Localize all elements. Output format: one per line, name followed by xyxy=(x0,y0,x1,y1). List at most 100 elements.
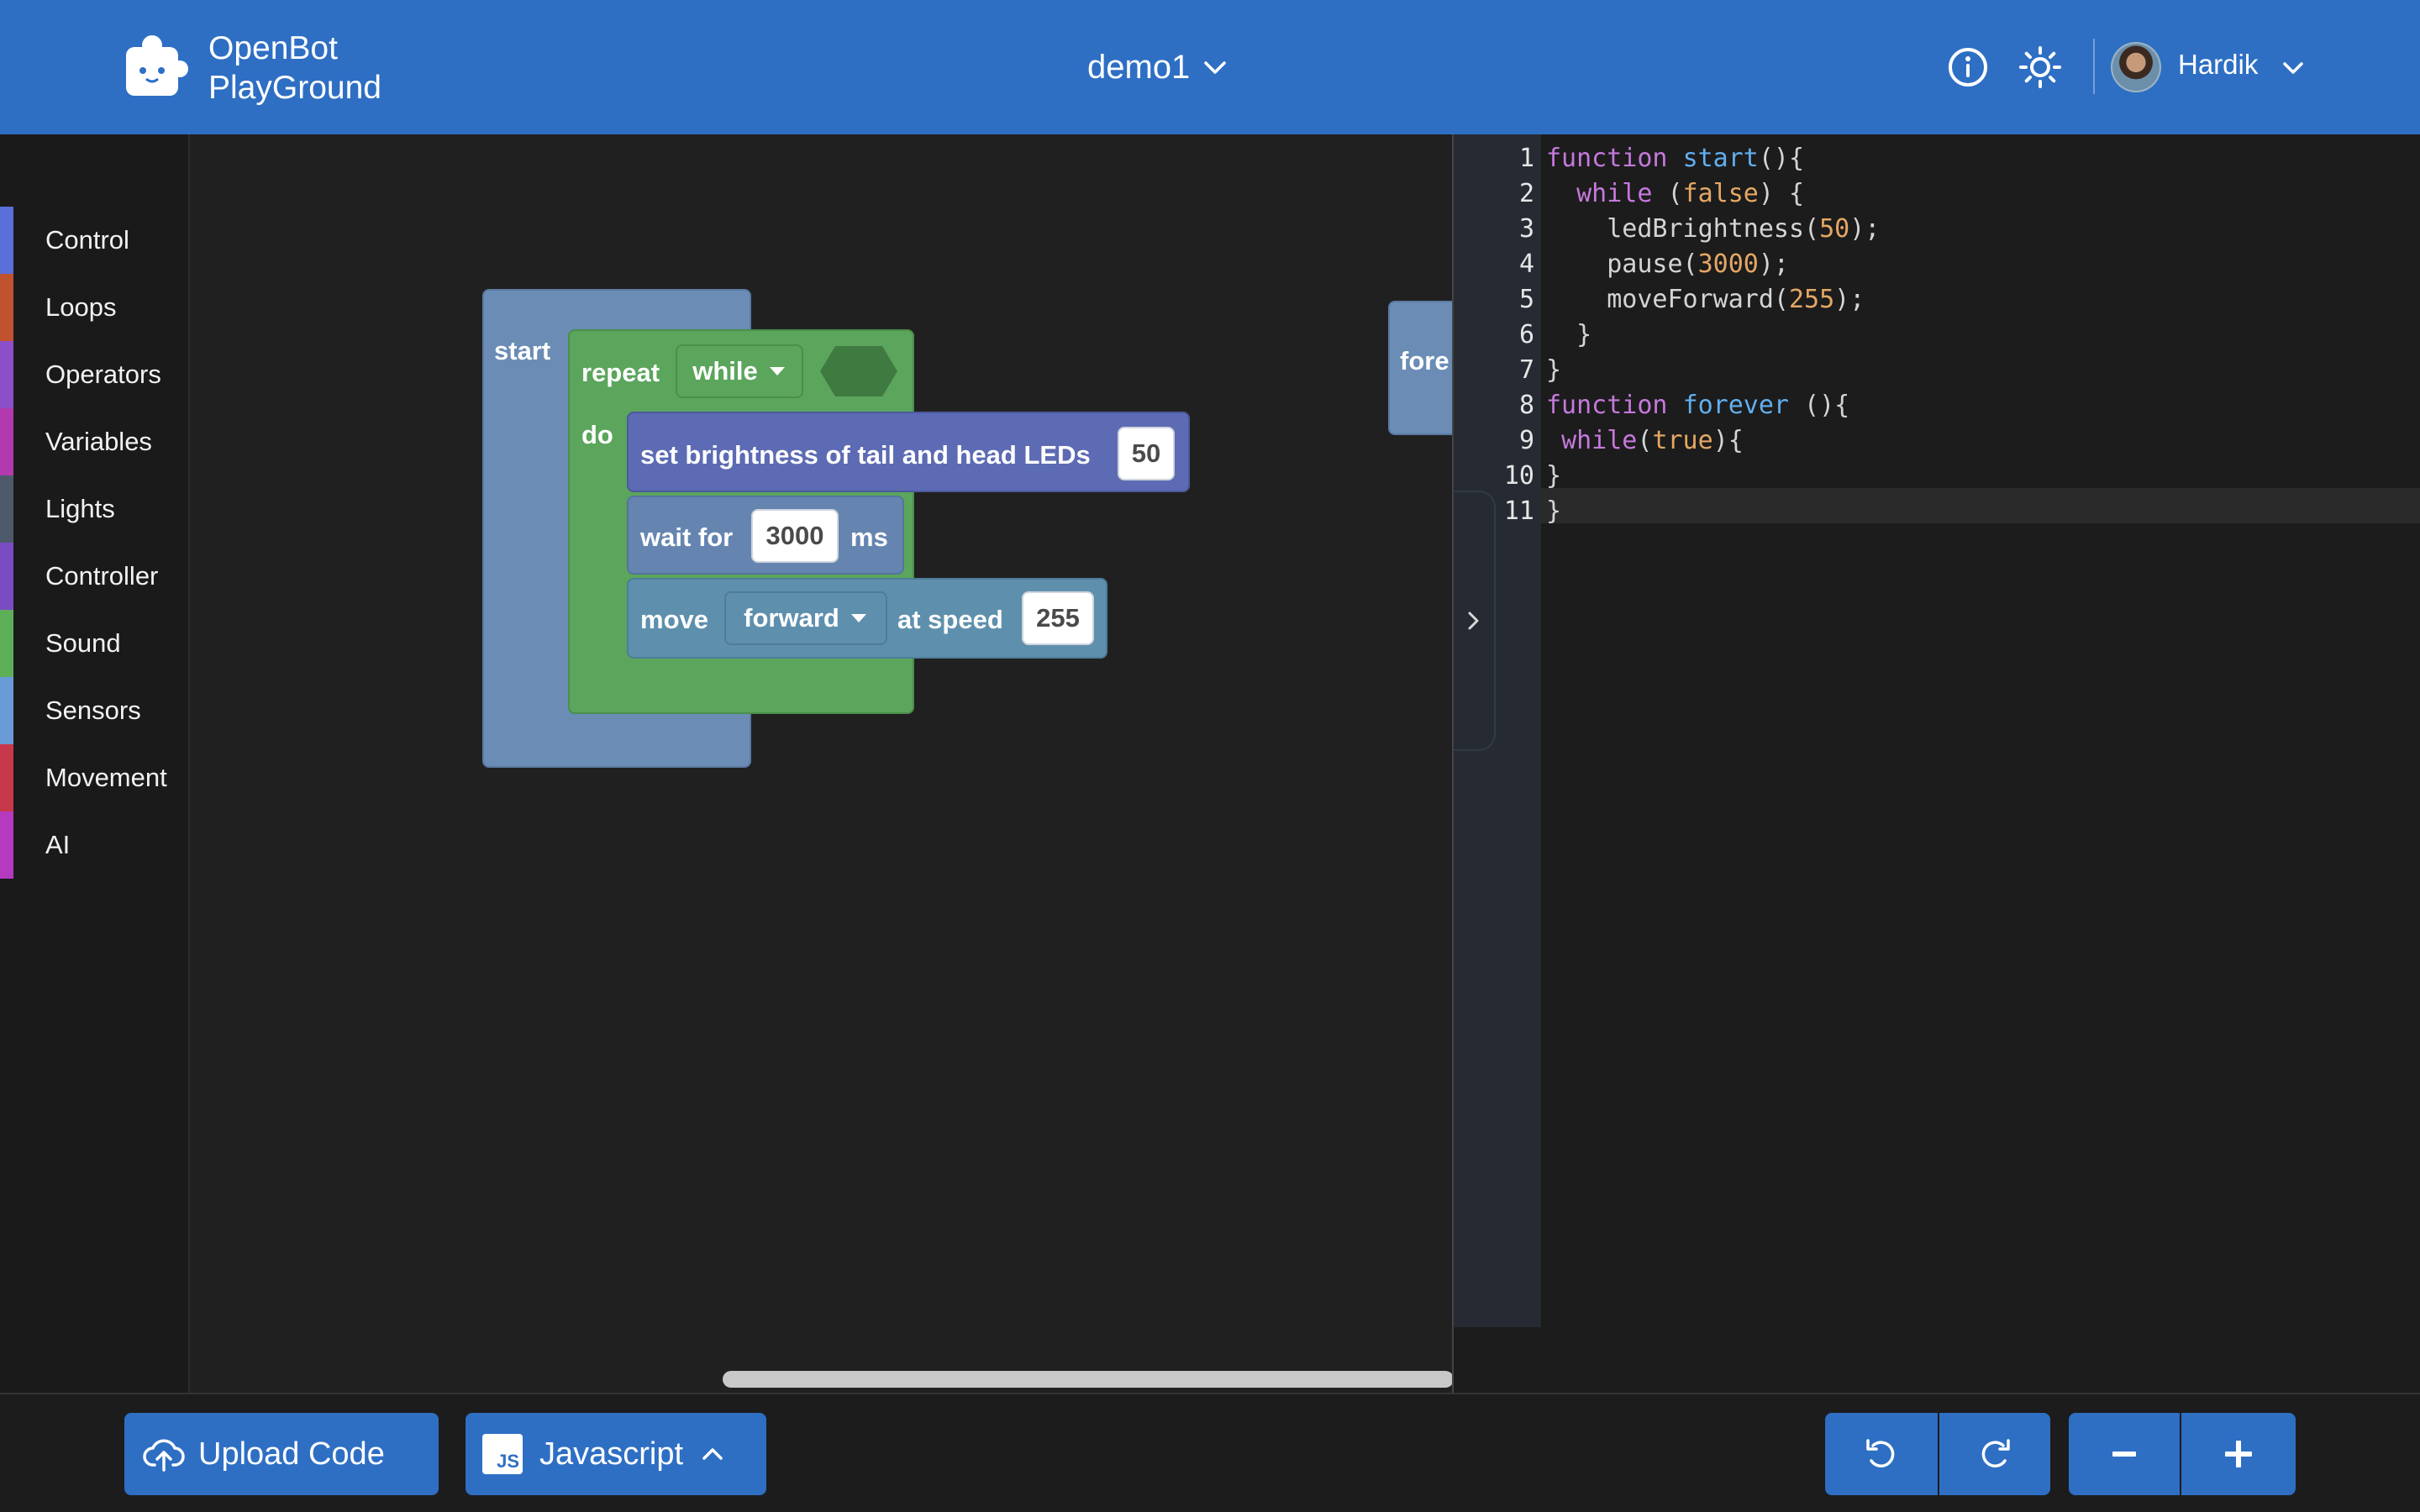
redo-icon xyxy=(1981,1439,2010,1467)
start-block-label: start xyxy=(494,336,551,365)
theme-toggle-sun-icon[interactable] xyxy=(2018,45,2062,89)
sidebar-category-movement[interactable]: Movement xyxy=(0,744,188,811)
code-token: ){ xyxy=(1712,426,1744,455)
user-name[interactable]: Hardik xyxy=(2178,49,2258,81)
code-line[interactable]: 8 function forever (){ xyxy=(1454,388,2420,423)
code-token: 255 xyxy=(1788,285,1835,314)
category-color-bar xyxy=(0,610,13,677)
sidebar-category-loops[interactable]: Loops xyxy=(0,274,188,341)
code-line[interactable]: 9 while(true){ xyxy=(1454,423,2420,459)
brightness-value-field[interactable]: 50 xyxy=(1118,427,1175,480)
line-number: 7 xyxy=(1518,355,1534,385)
speed-value-field[interactable]: 255 xyxy=(1022,591,1094,645)
code-token: pause( xyxy=(1546,249,1698,279)
category-label: Control xyxy=(45,225,129,255)
code-token: function xyxy=(1546,144,1668,173)
wait-unit-label: ms xyxy=(850,522,888,552)
code-editor-panel: 1 function start (){ 2 while (false) {3 led… xyxy=(1452,134,2420,1393)
sidebar-category-sensors[interactable]: Sensors xyxy=(0,677,188,744)
project-selector[interactable]: demo1 xyxy=(1087,44,1228,91)
code-token: (){ xyxy=(1789,391,1850,420)
move-direction-dropdown[interactable]: forward xyxy=(724,591,887,645)
code-line[interactable]: 7} xyxy=(1454,353,2420,388)
code-token: true xyxy=(1652,426,1713,455)
category-label: Sound xyxy=(45,628,121,658)
code-token: ); xyxy=(1849,214,1881,244)
app-name: OpenBot PlayGround xyxy=(208,29,381,108)
line-source: pause(3000); xyxy=(1546,247,1789,282)
category-color-bar xyxy=(0,207,13,274)
plus-icon xyxy=(2225,1441,2252,1467)
category-color-bar xyxy=(0,811,13,879)
sidebar-category-sound[interactable]: Sound xyxy=(0,610,188,677)
line-source: } xyxy=(1546,494,1561,529)
undo-icon xyxy=(1866,1439,1895,1467)
code-line[interactable]: 5 moveForward(255); xyxy=(1454,282,2420,318)
category-color-bar xyxy=(0,341,13,408)
blocks-workspace[interactable]: start repeat while do set brightness of … xyxy=(190,134,1452,1393)
zoom-out-button[interactable] xyxy=(2069,1413,2180,1495)
upload-code-button[interactable]: Upload Code xyxy=(124,1413,439,1495)
code-line[interactable]: 10} xyxy=(1454,459,2420,494)
upload-code-label: Upload Code xyxy=(198,1436,385,1472)
code-token: ); xyxy=(1834,285,1865,314)
repeat-label: repeat xyxy=(581,358,660,387)
collapse-editor-tab[interactable] xyxy=(1454,491,1496,751)
do-label: do xyxy=(581,420,613,449)
line-number: 4 xyxy=(1518,249,1534,279)
sidebar-category-operators[interactable]: Operators xyxy=(0,341,188,408)
category-color-bar xyxy=(0,744,13,811)
category-color-bar xyxy=(0,408,13,475)
code-token: ledBrightness( xyxy=(1546,214,1820,244)
code-line[interactable]: 1 function start(){ xyxy=(1454,141,2420,176)
code-token: } xyxy=(1546,461,1562,491)
zoom-in-button[interactable] xyxy=(2181,1413,2296,1495)
sidebar-category-ai[interactable]: AI xyxy=(0,811,188,879)
code-line[interactable]: 11} xyxy=(1454,494,2420,529)
line-source: moveForward(255); xyxy=(1546,282,1865,318)
language-selector-button[interactable]: JS Javascript xyxy=(466,1413,766,1495)
line-number: 1 xyxy=(1518,144,1534,173)
condition-slot-hexagon[interactable] xyxy=(818,344,899,398)
sidebar-category-controller[interactable]: Controller xyxy=(0,543,188,610)
repeat-mode-dropdown[interactable]: while xyxy=(676,344,803,398)
js-badge-text: JS xyxy=(497,1451,519,1472)
openbot-logo-icon xyxy=(126,35,188,96)
set-brightness-label: set brightness of tail and head LEDs xyxy=(640,440,1091,470)
chevron-up-icon xyxy=(702,1448,723,1460)
sidebar-category-lights[interactable]: Lights xyxy=(0,475,188,543)
code-line[interactable]: 6 } xyxy=(1454,318,2420,353)
bottom-toolbar: Upload Code JS Javascript xyxy=(0,1393,2420,1512)
undo-button[interactable] xyxy=(1825,1413,1938,1495)
category-color-bar xyxy=(0,677,13,744)
code-token: ) { xyxy=(1758,179,1805,208)
code-token: start xyxy=(1682,144,1759,173)
sidebar-category-control[interactable]: Control xyxy=(0,207,188,274)
category-label: Sensors xyxy=(45,696,141,725)
move-label: move xyxy=(640,605,708,634)
workspace-horizontal-scrollbar[interactable] xyxy=(723,1371,1452,1388)
sidebar-category-variables[interactable]: Variables xyxy=(0,408,188,475)
redo-button[interactable] xyxy=(1939,1413,2050,1495)
app-name-line1: OpenBot xyxy=(208,30,338,66)
wait-duration-field[interactable]: 3000 xyxy=(751,509,839,563)
line-number: 6 xyxy=(1518,320,1534,349)
code-line[interactable]: 4 pause(3000); xyxy=(1454,247,2420,282)
forever-block-label: fore xyxy=(1400,346,1449,375)
code-line[interactable]: 2 while (false) { xyxy=(1454,176,2420,212)
code-token: 50 xyxy=(1819,214,1850,244)
line-number: 9 xyxy=(1518,426,1534,455)
speed-label: at speed xyxy=(897,605,1003,634)
info-icon[interactable] xyxy=(1946,45,1990,89)
wait-label: wait for xyxy=(640,522,734,552)
code-line[interactable]: 3 ledBrightness(50); xyxy=(1454,212,2420,247)
header-divider xyxy=(2093,39,2095,94)
category-label: Variables xyxy=(45,427,152,456)
code-token: function xyxy=(1546,391,1668,420)
category-label: Movement xyxy=(45,763,167,792)
user-menu-chevron-icon[interactable] xyxy=(2279,54,2307,82)
line-number: 5 xyxy=(1518,285,1534,314)
user-avatar[interactable] xyxy=(2111,42,2161,92)
